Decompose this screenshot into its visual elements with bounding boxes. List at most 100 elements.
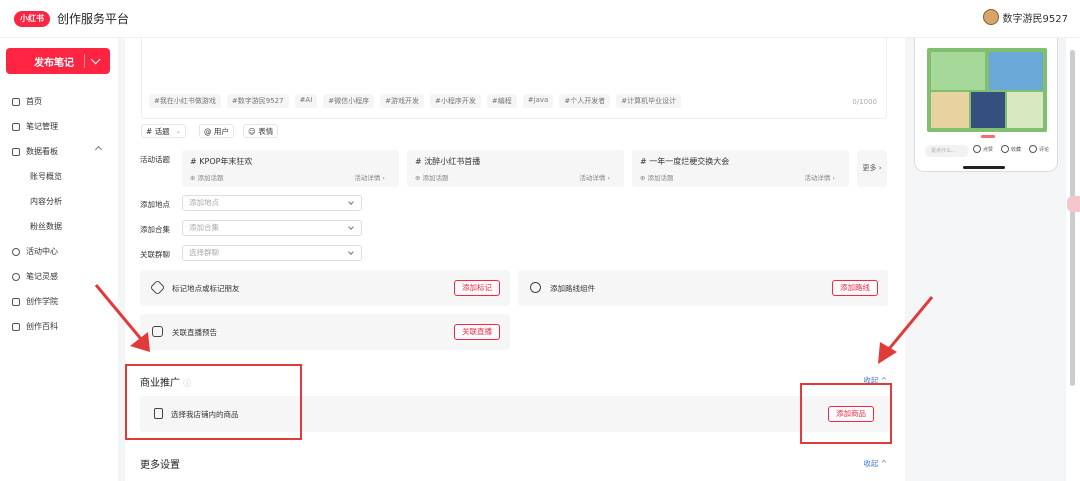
route-text: 添加路线组件 xyxy=(550,284,595,293)
tag-chip[interactable]: #微信小程序 xyxy=(323,94,375,108)
avatar[interactable] xyxy=(982,9,999,25)
annotation-box xyxy=(800,383,892,444)
sidebar-item-label: 活动中心 xyxy=(26,247,58,256)
chevron-down-icon xyxy=(348,199,354,205)
sidebar-item-label: 数据看板 xyxy=(26,147,58,156)
location-select[interactable]: 添加地点 xyxy=(182,195,362,211)
comic-panel xyxy=(1007,92,1043,128)
activity-icon xyxy=(12,247,20,256)
comic-panel xyxy=(971,92,1005,128)
sidebar-item-label: 笔记灵感 xyxy=(26,272,58,281)
tag-chip[interactable]: #我在小红书做游戏 xyxy=(149,94,221,108)
tag-chip[interactable]: #java xyxy=(522,94,554,108)
floating-helper-chip[interactable] xyxy=(1067,196,1080,212)
add-topic-label: 添加话题 xyxy=(647,174,674,182)
sidebar-item-account-overview[interactable]: 账号概览 xyxy=(30,171,62,182)
publish-label: 发布笔记 xyxy=(34,58,74,69)
add-topic-link[interactable]: ⊕ 添加话题 xyxy=(415,172,449,182)
emoji-button[interactable]: ☺ 表情 xyxy=(243,124,279,138)
sidebar-item-academy[interactable]: 创作学院 xyxy=(12,296,58,307)
group-chat-select[interactable]: 选择群聊 xyxy=(182,245,362,261)
route-icon xyxy=(530,282,541,293)
activity-title: # KPOP年末狂欢 xyxy=(190,157,253,166)
sidebar-item-label: 内容分析 xyxy=(30,197,62,206)
add-topic-link[interactable]: ⊕ 添加话题 xyxy=(640,172,674,182)
heart-icon xyxy=(973,145,981,153)
link-live-button[interactable]: 关联直播 xyxy=(454,324,500,340)
collection-label: 添加合集 xyxy=(140,225,170,234)
sidebar-item-label: 账号概览 xyxy=(30,172,62,181)
activity-title: # 沈醉小红书首播 xyxy=(415,157,481,166)
cover-image xyxy=(927,48,1047,132)
like-action: 点赞 xyxy=(973,145,993,153)
more-settings-title: 更多设置 xyxy=(140,460,180,471)
annotation-box xyxy=(125,364,302,440)
mention-button[interactable]: @ 用户 xyxy=(199,124,234,138)
comment-icon xyxy=(1029,145,1037,153)
top-bar: 小红书 创作服务平台 数字游民9527 xyxy=(0,0,1080,38)
comment-input-preview: 说点什么... xyxy=(925,145,969,157)
publish-button[interactable]: 发布笔记 xyxy=(6,48,110,74)
sidebar-item-dashboard[interactable]: 数据看板 xyxy=(12,145,108,157)
chevron-up-icon xyxy=(94,145,103,154)
sidebar-item-inspiration[interactable]: 笔记灵感 xyxy=(12,271,58,282)
more-settings-collapse-link[interactable]: 收起 ^ xyxy=(863,458,887,469)
sidebar-item-label: 创作学院 xyxy=(26,297,58,306)
user-menu[interactable]: 数字游民9527 xyxy=(982,9,1068,25)
tag-chip[interactable]: #小程序开发 xyxy=(430,94,481,108)
add-topic-link[interactable]: ⊕ 添加话题 xyxy=(190,172,224,182)
platform-title: 创作服务平台 xyxy=(57,12,130,26)
sidebar-item-home[interactable]: 首页 xyxy=(12,96,42,107)
tag-chip[interactable]: #游戏开发 xyxy=(380,94,425,108)
activity-detail-link[interactable]: 活动详情 › xyxy=(804,172,835,182)
bulb-icon xyxy=(12,272,20,281)
more-activities-button[interactable]: 更多 › xyxy=(857,150,887,187)
scrollbar[interactable] xyxy=(1070,50,1075,386)
sidebar-item-content-analysis[interactable]: 内容分析 xyxy=(30,196,62,207)
mention-label: @ 用户 xyxy=(204,126,229,136)
chevron-down-icon[interactable] xyxy=(90,54,101,65)
publish-divider xyxy=(84,54,85,68)
sidebar: 发布笔记 首页 笔记管理 数据看板 账号概览 内容分析 粉丝数据 活动中心 笔记… xyxy=(0,38,118,481)
tag-chip[interactable]: #AI xyxy=(294,94,318,108)
sidebar-item-activity[interactable]: 活动中心 xyxy=(12,246,58,257)
activity-card[interactable]: # 一年一度烂梗交换大会 ⊕ 添加话题 活动详情 › xyxy=(632,150,849,187)
activity-detail-link[interactable]: 活动详情 › xyxy=(354,172,385,182)
tag-chip[interactable]: #数字游民9527 xyxy=(226,94,289,108)
home-indicator xyxy=(963,166,1005,169)
sidebar-item-notes[interactable]: 笔记管理 xyxy=(12,121,58,132)
sidebar-item-label: 首页 xyxy=(26,97,42,106)
username: 数字游民9527 xyxy=(1002,13,1068,25)
group-chat-label: 关联群聊 xyxy=(140,250,170,259)
sidebar-item-wiki[interactable]: 创作百科 xyxy=(12,321,58,332)
activity-detail-link[interactable]: 活动详情 › xyxy=(579,172,610,182)
live-component: 关联直播预告 关联直播 xyxy=(140,314,510,350)
comment-action: 评论 xyxy=(1029,145,1049,153)
chevron-down-icon[interactable]: ⌄ xyxy=(176,128,181,135)
activity-card[interactable]: # 沈醉小红书首播 ⊕ 添加话题 活动详情 › xyxy=(407,150,624,187)
activity-card[interactable]: # KPOP年末狂欢 ⊕ 添加话题 活动详情 › xyxy=(182,150,399,187)
sidebar-item-fans-data[interactable]: 粉丝数据 xyxy=(30,221,62,232)
tag-chip[interactable]: #个人开发者 xyxy=(559,94,611,108)
add-mark-button[interactable]: 添加标记 xyxy=(454,280,500,296)
tag-chip[interactable]: #编程 xyxy=(486,94,517,108)
comment-label: 评论 xyxy=(1039,146,1050,153)
group-chat-placeholder: 选择群聊 xyxy=(189,248,219,257)
route-component: 添加路线组件 添加路线 xyxy=(518,270,888,306)
topic-button[interactable]: # 话题 ⌄ xyxy=(141,124,186,138)
chevron-down-icon xyxy=(348,249,354,255)
activity-title: # 一年一度烂梗交换大会 xyxy=(640,157,730,166)
add-topic-label: 添加话题 xyxy=(197,174,224,182)
sidebar-item-label: 笔记管理 xyxy=(26,122,58,131)
add-route-button[interactable]: 添加路线 xyxy=(832,280,878,296)
sidebar-item-label: 创作百科 xyxy=(26,322,58,331)
comic-panel xyxy=(931,52,985,90)
mark-component: 标记地点或标记朋友 添加标记 xyxy=(140,270,510,306)
live-text: 关联直播预告 xyxy=(172,328,217,337)
xiaohongshu-logo[interactable]: 小红书 xyxy=(14,11,50,27)
location-label: 添加地点 xyxy=(140,200,170,209)
tag-chip[interactable]: #计算机毕业设计 xyxy=(616,94,682,108)
mobile-preview: 说点什么... 点赞 收藏 评论 xyxy=(914,38,1058,172)
school-icon xyxy=(12,297,20,306)
collection-select[interactable]: 添加合集 xyxy=(182,220,362,236)
